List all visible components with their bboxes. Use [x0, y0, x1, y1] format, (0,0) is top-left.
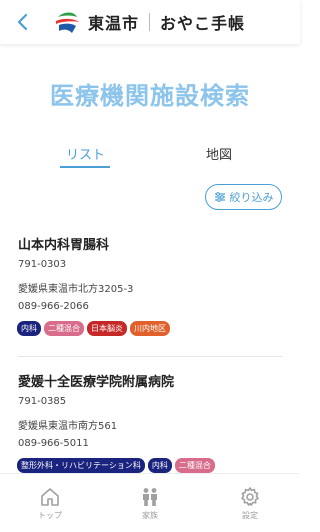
tab-map[interactable]: 地図 [206, 144, 232, 163]
app-name: おやこ手帳 [160, 14, 246, 33]
facility-postal: 791-0303 [18, 259, 67, 270]
nav-label-top: トップ [38, 510, 62, 520]
facility-tags: 整形外科・リハビリテーション科 内科 二種混合 [17, 458, 215, 473]
chevron-left-icon [17, 13, 28, 31]
nav-item-top[interactable]: トップ [0, 474, 100, 532]
view-tabs: リスト 地図 [0, 144, 300, 174]
facility-postal: 791-0385 [18, 396, 67, 407]
tag-badge: 川内地区 [130, 321, 170, 336]
filter-label: 絞り込み [229, 191, 274, 204]
facility-phone[interactable]: 089-966-5011 [18, 438, 89, 449]
nav-item-family[interactable]: 家族 [100, 474, 200, 532]
active-tab-indicator [60, 166, 110, 168]
nav-label-family: 家族 [142, 510, 158, 520]
filter-icon [214, 192, 225, 202]
facility-address: 愛媛県東温市北方3205-3 [18, 284, 134, 295]
brand-name: 東温市 [88, 14, 140, 33]
nav-item-settings[interactable]: 設定 [200, 474, 300, 532]
divider [18, 356, 282, 357]
filter-button[interactable]: 絞り込み [205, 184, 282, 210]
family-icon [143, 487, 157, 506]
tag-badge: 二種混合 [174, 458, 215, 473]
tag-badge: 二種混合 [44, 321, 84, 336]
app-header: 東温市 おやこ手帳 [0, 0, 300, 44]
page-title: 医療機関施設検索 [50, 82, 250, 110]
facility-name[interactable]: 山本内科胃腸科 [18, 234, 109, 253]
tag-badge: 整形外科・リハビリテーション科 [17, 458, 145, 473]
nav-label-settings: 設定 [242, 510, 258, 520]
gear-icon [241, 486, 259, 506]
home-icon [41, 487, 59, 506]
facility-phone[interactable]: 089-966-2066 [18, 301, 89, 312]
brand-divider [149, 13, 151, 31]
tab-list[interactable]: リスト [66, 144, 105, 163]
facility-address: 愛媛県東温市南方561 [18, 421, 118, 432]
tag-badge: 内科 [147, 458, 172, 473]
facility-tags: 内科 二種混合 日本脳炎 川内地区 [17, 321, 170, 336]
tag-badge: 日本脳炎 [87, 321, 127, 336]
tag-badge: 内科 [17, 321, 41, 336]
back-button[interactable] [6, 0, 40, 44]
facility-name[interactable]: 愛媛十全医療学院附属病院 [18, 371, 174, 390]
city-logo [55, 10, 79, 34]
bottom-nav: トップ 家族 設定 [0, 473, 300, 532]
